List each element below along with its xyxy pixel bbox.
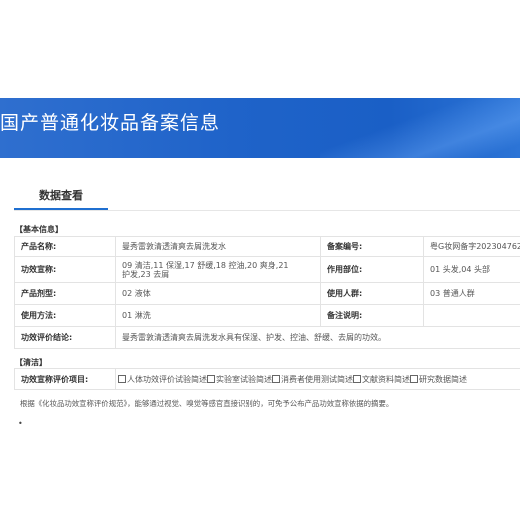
conclusion-value: 曼秀雷敦清透清爽去屑洗发水具有保湿、护发、控油、舒缓、去屑的功效。	[115, 326, 520, 349]
method-value: 01 淋洗	[115, 304, 321, 327]
checkbox-consumer-test[interactable]: 消费者使用测试简述	[272, 375, 353, 384]
users-value: 03 普通人群	[423, 282, 520, 305]
checkbox-lab-test[interactable]: 实验室试验简述	[207, 375, 272, 384]
exemption-note: 根据《化妆品功效宣称评价规范》，能够通过视觉、嗅觉等感官直接识别的，可免予公布产…	[20, 399, 394, 408]
banner-decoration	[320, 98, 520, 158]
record-no-value: 粤G妆网备字2023047624	[423, 236, 520, 257]
checkbox-label: 人体功效评价试验简述	[127, 374, 207, 384]
section-title-clean: 【清洁】	[15, 358, 47, 367]
checkbox-box[interactable]	[207, 375, 215, 383]
site-label: 作用部位:	[320, 256, 424, 283]
efficacy-line-1: 09 清洁,11 保湿,17 舒缓,18 控油,20 爽身,21	[122, 260, 289, 270]
product-name-value: 曼秀雷敦清透清爽去屑洗发水	[115, 236, 321, 257]
tab-data-view[interactable]: 数据查看	[39, 187, 83, 203]
checkbox-label: 实验室试验简述	[216, 374, 272, 384]
checkbox-label: 文献资料简述	[362, 374, 410, 384]
remark-value	[423, 304, 520, 327]
bullet-mark: •	[18, 419, 23, 428]
checkbox-label: 消费者使用测试简述	[281, 374, 353, 384]
efficacy-value: 09 清洁,11 保湿,17 舒缓,18 控油,20 爽身,21 护发,23 去…	[115, 256, 321, 283]
page-title: 国产普通化妆品备案信息	[0, 112, 221, 134]
clean-info-table: 功效宣称评价项目: 人体功效评价试验简述 实验室试验简述 消费者使用测试简述 文献资料…	[14, 368, 520, 390]
checkbox-literature[interactable]: 文献资料简述	[353, 375, 410, 384]
site-value: 01 头发,04 头部	[423, 256, 520, 283]
basic-info-table: 产品名称: 曼秀雷敦清透清爽去屑洗发水 备案编号: 粤G妆网备字20230476…	[14, 236, 520, 349]
checkbox-label: 研究数据简述	[419, 374, 467, 384]
dosage-value: 02 液体	[115, 282, 321, 305]
record-no-label: 备案编号:	[320, 236, 424, 257]
checkbox-research-data[interactable]: 研究数据简述	[410, 375, 467, 384]
header-banner: 国产普通化妆品备案信息	[0, 98, 520, 158]
dosage-label: 产品剂型:	[14, 282, 116, 305]
checkbox-box[interactable]	[410, 375, 418, 383]
eval-items-label: 功效宣称评价项目:	[14, 368, 116, 390]
checkbox-box[interactable]	[272, 375, 280, 383]
conclusion-label: 功效评价结论:	[14, 326, 116, 349]
efficacy-label: 功效宣称:	[14, 256, 116, 283]
checkbox-box[interactable]	[353, 375, 361, 383]
method-label: 使用方法:	[14, 304, 116, 327]
efficacy-line-2: 护发,23 去屑	[122, 269, 170, 279]
users-label: 使用人群:	[320, 282, 424, 305]
tab-divider	[14, 210, 520, 211]
eval-items-checkboxes: 人体功效评价试验简述 实验室试验简述 消费者使用测试简述 文献资料简述 研究数据简述	[115, 368, 520, 390]
checkbox-human-test[interactable]: 人体功效评价试验简述	[118, 375, 207, 384]
checkbox-box[interactable]	[118, 375, 126, 383]
remark-label: 备注说明:	[320, 304, 424, 327]
section-title-basic: 【基本信息】	[15, 225, 63, 234]
product-name-label: 产品名称:	[14, 236, 116, 257]
